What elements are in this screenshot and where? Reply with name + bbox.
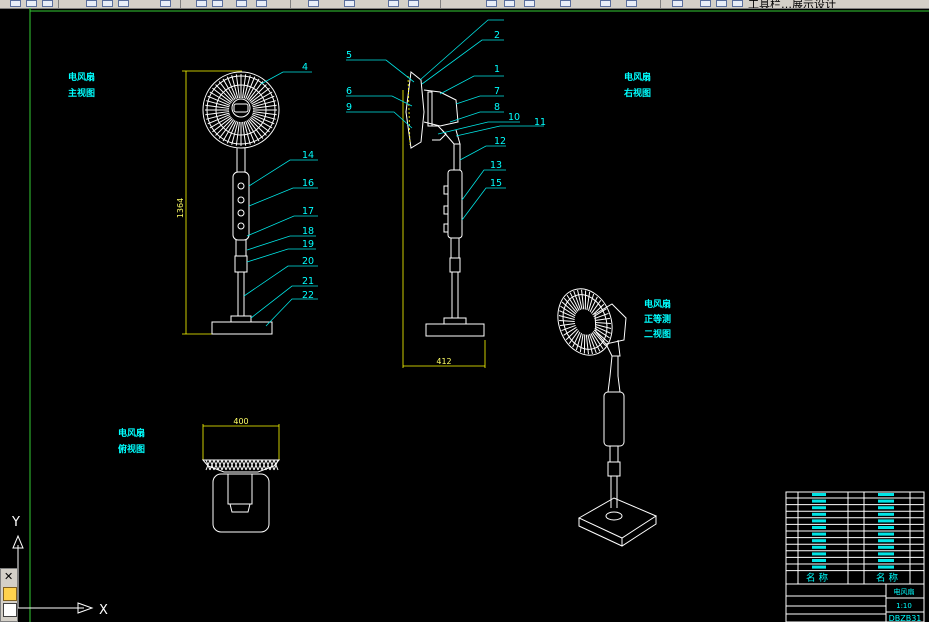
palette-tool-icon-2[interactable] xyxy=(3,603,17,617)
front-view: 电风扇 主视图 1364 xyxy=(68,70,280,335)
light-bulb-icon[interactable] xyxy=(700,0,711,7)
ucs-x-label: X xyxy=(99,603,108,618)
top-width-dimension: 400 xyxy=(233,417,248,426)
ucs-y-label: Y xyxy=(11,515,20,530)
cut-icon[interactable] xyxy=(118,0,129,7)
zoom-icon[interactable] xyxy=(344,0,355,7)
save-icon[interactable] xyxy=(42,0,53,7)
callout-22: 22 xyxy=(302,290,314,301)
title-block-header-right: 名 称 xyxy=(876,572,899,584)
pan-icon[interactable] xyxy=(308,0,319,7)
text-icon[interactable] xyxy=(486,0,497,7)
top-view-title: 电风扇 xyxy=(118,427,145,439)
callout-10: 10 xyxy=(508,112,520,123)
iso-view-subtitle: 正等测 xyxy=(644,313,671,325)
height-dimension: 1364 xyxy=(176,198,185,218)
top-view-subtitle: 俯视图 xyxy=(118,443,145,455)
zoom-previous-icon[interactable] xyxy=(408,0,419,7)
dimension-icon[interactable] xyxy=(524,0,535,7)
calculator-icon[interactable] xyxy=(600,0,611,7)
side-view: 412 xyxy=(402,71,486,368)
close-icon[interactable]: ✕ xyxy=(4,570,13,583)
new-file-icon[interactable] xyxy=(10,0,21,7)
block-icon[interactable] xyxy=(560,0,571,7)
callout-12: 12 xyxy=(494,136,506,147)
palette-tool-icon[interactable] xyxy=(3,587,17,601)
callout-4: 4 xyxy=(302,62,308,73)
drawing-title: 电风扇 xyxy=(894,587,915,596)
properties-icon[interactable] xyxy=(256,0,267,7)
callout-9: 9 xyxy=(346,102,352,113)
drawing-number: DBZB31 xyxy=(889,614,922,622)
layer-state-icon[interactable] xyxy=(672,0,683,7)
lock-icon[interactable] xyxy=(732,0,743,7)
layer-icon[interactable] xyxy=(236,0,247,7)
drawing-canvas[interactable]: 电风扇 主视图 1364 4 14 16 17 18 19 20 21 22 4… xyxy=(0,8,929,622)
callout-11: 11 xyxy=(534,117,546,128)
iso-view-title: 电风扇 xyxy=(644,298,671,310)
undo-icon[interactable] xyxy=(196,0,207,7)
callout-7: 7 xyxy=(494,86,500,97)
iso-view-subtitle-2: 二视图 xyxy=(644,328,671,340)
callout-15: 15 xyxy=(490,178,502,189)
redo-icon[interactable] xyxy=(212,0,223,7)
help-icon[interactable] xyxy=(626,0,637,7)
copy-icon[interactable] xyxy=(160,0,171,7)
right-view-subtitle: 右视图 xyxy=(623,87,651,99)
sun-icon[interactable] xyxy=(716,0,727,7)
ucs-icon: Y X xyxy=(11,515,108,618)
tool-palette[interactable]: ✕ xyxy=(0,568,18,622)
front-view-title: 电风扇 xyxy=(68,71,95,83)
iso-view: 电风扇 正等测 二视图 xyxy=(557,288,671,547)
print-icon[interactable] xyxy=(86,0,97,7)
callout-20: 20 xyxy=(302,256,314,267)
side-view-callouts: 5 6 9 2 1 7 8 10 11 12 13 15 xyxy=(346,19,546,221)
callout-8: 8 xyxy=(494,102,500,113)
table-icon[interactable] xyxy=(504,0,515,7)
callout-14: 14 xyxy=(302,150,314,161)
callout-6: 6 xyxy=(346,86,352,97)
callout-18: 18 xyxy=(302,226,314,237)
callout-16: 16 xyxy=(302,178,314,189)
width-dimension: 412 xyxy=(436,357,451,366)
callout-1: 1 xyxy=(494,64,500,75)
callout-17: 17 xyxy=(302,206,314,217)
callout-21: 21 xyxy=(302,276,314,287)
callout-13: 13 xyxy=(490,160,502,171)
title-block: 名 称 名 称 电风扇 1:10 DBZB31 xyxy=(785,491,925,622)
title-block-header-left: 名 称 xyxy=(806,572,829,584)
callout-5: 5 xyxy=(346,50,352,61)
top-view: 电风扇 俯视图 400 xyxy=(118,417,281,533)
callout-19: 19 xyxy=(302,239,314,250)
open-file-icon[interactable] xyxy=(26,0,37,7)
preview-icon[interactable] xyxy=(102,0,113,7)
drawing-scale: 1:10 xyxy=(896,602,912,610)
right-view-title: 电风扇 xyxy=(624,71,651,83)
callout-2: 2 xyxy=(494,30,500,41)
front-view-subtitle: 主视图 xyxy=(68,87,95,99)
zoom-window-icon[interactable] xyxy=(388,0,399,7)
